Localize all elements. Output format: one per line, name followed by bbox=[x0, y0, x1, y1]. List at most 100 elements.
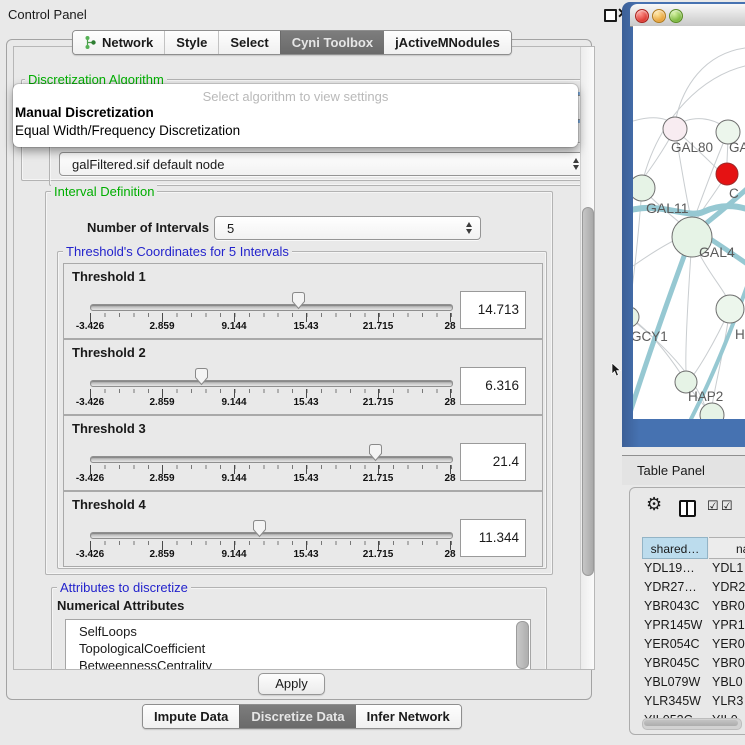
gear-icon[interactable]: ⚙ bbox=[646, 494, 662, 515]
interval-definition-title: Interval Definition bbox=[51, 184, 157, 199]
tab-impute-data[interactable]: Impute Data bbox=[143, 705, 239, 728]
tab-select[interactable]: Select bbox=[218, 31, 279, 54]
slider-thumb[interactable] bbox=[368, 444, 383, 467]
zoom-traffic-light-icon[interactable] bbox=[669, 9, 683, 23]
threshold-label: Threshold 3 bbox=[72, 421, 146, 436]
list-item[interactable]: SelfLoops bbox=[66, 623, 530, 640]
threshold-row: Threshold 3 -3.426 2.859 9.144 15.43 21.… bbox=[63, 415, 543, 491]
table-panel-title: Table Panel bbox=[637, 463, 705, 478]
node-label: GAL80 bbox=[671, 140, 713, 155]
slider-thumb[interactable] bbox=[291, 292, 306, 315]
slider-ticks bbox=[90, 313, 452, 317]
slider-ticks bbox=[90, 389, 452, 393]
node-label: GA bbox=[729, 140, 745, 155]
node-label: C bbox=[729, 186, 739, 201]
threshold-value-field[interactable]: 6.316 bbox=[460, 367, 526, 405]
close-traffic-light-icon[interactable] bbox=[635, 9, 649, 23]
table-data-combobox[interactable]: galFiltered.sif default node bbox=[59, 152, 588, 176]
tab-infer-network[interactable]: Infer Network bbox=[356, 705, 461, 728]
list-scrollbar[interactable] bbox=[516, 621, 529, 669]
top-tab-bar: Network Style Select Cyni Toolbox jActiv… bbox=[72, 30, 512, 55]
node-h[interactable] bbox=[716, 295, 744, 323]
minimize-traffic-light-icon[interactable] bbox=[652, 9, 666, 23]
threshold-slider[interactable] bbox=[90, 304, 453, 311]
table-data-combobox-value: galFiltered.sif default node bbox=[72, 157, 224, 172]
dropdown-option-manual[interactable]: Manual Discretization bbox=[15, 105, 154, 120]
threshold-row: Threshold 4 -3.426 2.859 9.144 15.43 21.… bbox=[63, 491, 543, 567]
float-window-icon[interactable] bbox=[604, 9, 617, 22]
table-panel: ⚙ ☑ ☑ shared… name YDL19…YDL1 YDR27…YDR2… bbox=[629, 487, 745, 735]
column-header-name[interactable]: name bbox=[709, 537, 745, 559]
table-horizontal-scrollbar[interactable] bbox=[642, 718, 742, 730]
dropdown-option-equal-width[interactable]: Equal Width/Frequency Discretization bbox=[15, 123, 240, 138]
node-gal11[interactable] bbox=[633, 175, 655, 201]
table-horizontal-scrollbar-thumb[interactable] bbox=[644, 720, 738, 726]
num-intervals-label: Number of Intervals bbox=[87, 220, 209, 235]
tab-cyni-toolbox[interactable]: Cyni Toolbox bbox=[280, 31, 384, 54]
num-intervals-value: 5 bbox=[227, 221, 234, 236]
tab-network-label: Network bbox=[102, 35, 153, 50]
tab-style[interactable]: Style bbox=[164, 31, 218, 54]
app-root: Control Panel ✕ Network Style Select Cyn… bbox=[0, 0, 745, 745]
checkbox-column-icon[interactable]: ☑ bbox=[721, 498, 733, 514]
node-gal80[interactable] bbox=[663, 117, 687, 141]
threshold-slider[interactable] bbox=[90, 456, 453, 463]
list-item[interactable]: TopologicalCoefficient bbox=[66, 640, 530, 657]
slider-ticks bbox=[90, 541, 452, 545]
combo-stepper-icon bbox=[573, 158, 579, 170]
network-canvas[interactable]: GAL80 GA C GAL11 GAL4 GCY1 HA HAP2 bbox=[633, 26, 745, 419]
slider-thumb[interactable] bbox=[194, 368, 209, 391]
tab-discretize-data[interactable]: Discretize Data bbox=[239, 705, 355, 728]
network-graph: GAL80 GA C GAL11 GAL4 GCY1 HA HAP2 bbox=[633, 26, 745, 419]
threshold-slider[interactable] bbox=[90, 380, 453, 387]
table-row[interactable]: YDL19…YDL1 bbox=[630, 559, 745, 578]
tab-jactivemnodules[interactable]: jActiveMNodules bbox=[384, 31, 511, 54]
thresholds-group-title: Threshold's Coordinates for 5 Intervals bbox=[63, 244, 292, 259]
algorithm-dropdown-popup: Select algorithm to view settings Manual… bbox=[13, 84, 578, 147]
threshold-value-field[interactable]: 21.4 bbox=[460, 443, 526, 481]
num-intervals-combobox[interactable]: 5 bbox=[214, 216, 481, 240]
threshold-label: Threshold 2 bbox=[72, 345, 146, 360]
column-header-shared-name[interactable]: shared… bbox=[642, 537, 708, 559]
network-icon bbox=[84, 35, 97, 50]
table-row[interactable]: YER054CYER0 bbox=[630, 635, 745, 654]
threshold-row: Threshold 2 -3.426 2.859 9.144 15.43 21.… bbox=[63, 339, 543, 415]
numerical-attributes-label: Numerical Attributes bbox=[57, 598, 184, 613]
dropdown-prompt: Select algorithm to view settings bbox=[13, 89, 578, 104]
mouse-cursor bbox=[611, 363, 622, 378]
settings-scrollbar-thumb[interactable] bbox=[582, 207, 594, 576]
table-panel-bar: Table Panel bbox=[622, 455, 745, 485]
threshold-value-field[interactable]: 11.344 bbox=[460, 519, 526, 557]
table-row[interactable]: YLR345WYLR3 bbox=[630, 692, 745, 711]
split-columns-icon[interactable] bbox=[679, 500, 696, 517]
bottom-tab-bar: Impute Data Discretize Data Infer Networ… bbox=[142, 704, 462, 729]
tab-network[interactable]: Network bbox=[73, 31, 164, 54]
list-item[interactable]: BetweennessCentrality bbox=[66, 657, 530, 670]
apply-button[interactable]: Apply bbox=[258, 673, 325, 695]
table-row[interactable]: YBR045CYBR0 bbox=[630, 654, 745, 673]
table-row[interactable]: YBR043CYBR0 bbox=[630, 597, 745, 616]
threshold-value-field[interactable]: 14.713 bbox=[460, 291, 526, 329]
node-label: GAL4 bbox=[699, 244, 735, 260]
slider-thumb[interactable] bbox=[252, 520, 267, 543]
node-label: HAP2 bbox=[688, 389, 723, 404]
node-selected-red[interactable] bbox=[716, 163, 738, 185]
combo-stepper-icon bbox=[466, 222, 472, 234]
threshold-label: Threshold 1 bbox=[72, 269, 146, 284]
panel-title: Control Panel bbox=[8, 7, 87, 22]
checkbox-column-icon[interactable]: ☑ bbox=[707, 498, 719, 514]
node-label: GCY1 bbox=[633, 329, 668, 344]
numerical-attributes-list[interactable]: SelfLoops TopologicalCoefficient Between… bbox=[65, 619, 531, 670]
threshold-label: Threshold 4 bbox=[72, 497, 146, 512]
table-row[interactable]: YPR145WYPR1 bbox=[630, 616, 745, 635]
node-label: GAL11 bbox=[646, 200, 689, 216]
attributes-group-title: Attributes to discretize bbox=[57, 580, 191, 595]
settings-scrollbar[interactable] bbox=[580, 47, 594, 669]
table-row[interactable]: YBL079WYBL0 bbox=[630, 673, 745, 692]
threshold-slider[interactable] bbox=[90, 532, 453, 539]
network-window-titlebar[interactable] bbox=[630, 4, 745, 27]
slider-ticks bbox=[90, 465, 452, 469]
node-label: HA bbox=[735, 327, 745, 342]
table-row[interactable]: YDR27…YDR2 bbox=[630, 578, 745, 597]
threshold-row: Threshold 1 -3.426 2.859 9.144 15.43 21.… bbox=[63, 263, 543, 339]
